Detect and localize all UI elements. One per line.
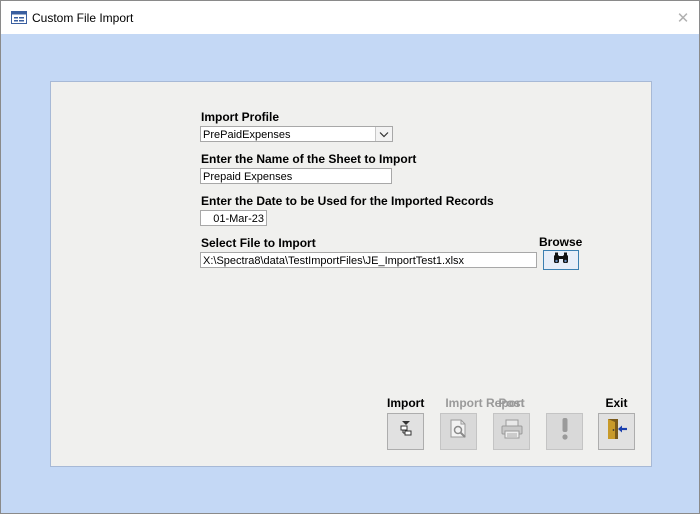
import-form-panel: Import Profile PrePaidExpenses Enter the…: [50, 81, 652, 467]
sheet-name-value: Prepaid Expenses: [203, 171, 293, 183]
import-profile-label: Import Profile: [201, 110, 280, 124]
import-date-value: 01-Mar-23: [213, 213, 264, 225]
import-icon: [399, 421, 413, 442]
import-date-label: Enter the Date to be Used for the Import…: [201, 194, 494, 208]
close-icon[interactable]: ✕: [667, 1, 699, 34]
exit-door-icon: [605, 418, 629, 445]
post-button-label: Post: [498, 396, 525, 410]
sheet-name-input[interactable]: Prepaid Expenses: [200, 168, 392, 184]
import-profile-value: PrePaidExpenses: [203, 129, 291, 141]
import-button[interactable]: [387, 413, 424, 450]
import-profile-select[interactable]: PrePaidExpenses: [200, 126, 393, 142]
exit-button[interactable]: [598, 413, 635, 450]
report-magnify-icon: [448, 418, 470, 445]
sheet-name-label: Enter the Name of the Sheet to Import: [201, 152, 417, 166]
import-button-label: Import: [387, 396, 425, 410]
browse-label: Browse: [539, 235, 583, 249]
exclamation-icon: [560, 417, 570, 446]
chevron-down-icon[interactable]: [375, 127, 392, 141]
browse-button[interactable]: [543, 250, 579, 270]
file-path-value: X:\Spectra8\data\TestImportFiles\JE_Impo…: [203, 255, 465, 267]
file-path-input[interactable]: X:\Spectra8\data\TestImportFiles\JE_Impo…: [200, 252, 537, 268]
window-title: Custom File Import: [32, 11, 134, 25]
printer-icon: [500, 419, 524, 444]
title-bar: Custom File Import ✕: [1, 1, 699, 34]
form-icon: [11, 11, 27, 24]
select-file-label: Select File to Import: [201, 236, 316, 250]
binoculars-icon: [553, 251, 569, 269]
exit-button-label: Exit: [605, 396, 628, 410]
import-date-input[interactable]: 01-Mar-23: [200, 210, 267, 226]
custom-file-import-window: Custom File Import ✕ Import Profile PreP…: [0, 0, 700, 514]
post-alert-button[interactable]: [546, 413, 583, 450]
post-button[interactable]: [493, 413, 530, 450]
import-report-button[interactable]: [440, 413, 477, 450]
